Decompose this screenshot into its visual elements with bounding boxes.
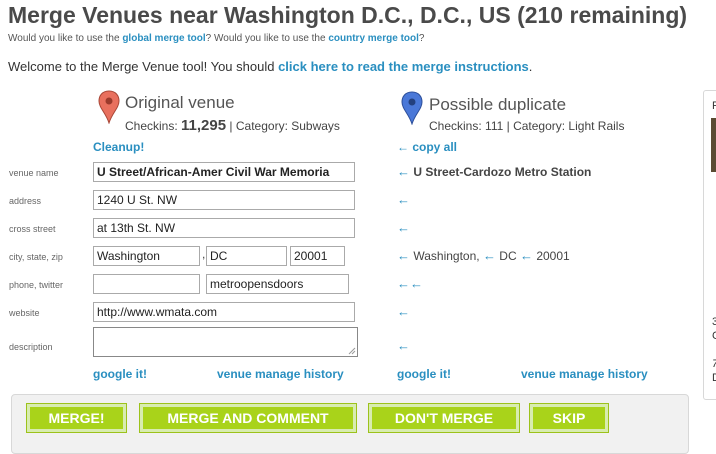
cleanup-link[interactable]: Cleanup!	[93, 140, 144, 154]
merge-instructions-link[interactable]: click here to read the merge instruction…	[278, 59, 529, 74]
welcome-prefix: Welcome to the Merge Venue tool! You sho…	[8, 59, 279, 74]
copy-address-arrow[interactable]: ←	[397, 192, 410, 207]
duplicate-phone-twitter: ←←	[397, 276, 423, 291]
skip-button[interactable]: SKIP	[529, 403, 609, 433]
right-sidebar-letter: P	[712, 100, 716, 112]
original-checkins-label: Checkins:	[125, 119, 182, 133]
address-label: address	[9, 196, 42, 206]
copy-twitter-arrow[interactable]: ←	[410, 276, 423, 291]
copy-zip-arrow[interactable]: ←	[520, 248, 533, 263]
duplicate-venue-heading: Possible duplicate	[429, 95, 567, 114]
venue-name-input[interactable]: U Street/African-Amer Civil War Memoria	[93, 162, 355, 182]
state-input[interactable]: DC	[206, 246, 287, 266]
original-venue-heading: Original venue	[125, 93, 235, 112]
resize-grip-icon[interactable]	[348, 347, 356, 355]
address-input[interactable]: 1240 U St. NW	[93, 190, 355, 210]
global-merge-tool-link[interactable]: global merge tool	[122, 33, 205, 44]
duplicate-zip: 20001	[536, 249, 570, 263]
duplicate-checkins: Checkins: 111 | Category: Light Rails	[429, 119, 624, 133]
right-sidebar-text-3: 7	[712, 358, 716, 370]
description-textarea[interactable]	[93, 327, 358, 357]
subline-suffix: ?	[418, 33, 425, 44]
country-merge-tool-link[interactable]: country merge tool	[328, 33, 419, 44]
website-label: website	[9, 308, 40, 318]
duplicate-city: Washington,	[413, 249, 480, 263]
duplicate-state: DC	[499, 249, 517, 263]
venue-name-label: venue name	[9, 168, 59, 178]
subline-prefix: Would you like to use the	[8, 33, 123, 44]
right-sidebar-text-4: D	[712, 372, 716, 384]
merge-button[interactable]: MERGE!	[26, 403, 127, 433]
zip-input[interactable]: 20001	[290, 246, 345, 266]
cross-street-label: cross street	[9, 224, 56, 234]
copy-description-arrow[interactable]: ←	[397, 338, 410, 353]
welcome-suffix: .	[528, 59, 533, 74]
welcome-text: Welcome to the Merge Venue tool! You sho…	[8, 59, 532, 74]
page-title: Merge Venues near Washington D.C., D.C.,…	[8, 2, 688, 28]
original-category: | Category: Subways	[226, 119, 340, 133]
duplicate-city-state-zip: ← Washington, ← DC ← 20001	[397, 248, 570, 263]
cross-street-input[interactable]: at 13th St. NW	[93, 218, 355, 238]
duplicate-map-pin-icon	[401, 91, 423, 125]
description-label: description	[9, 342, 53, 352]
copy-website-arrow[interactable]: ←	[397, 304, 410, 319]
city-state-comma: ,	[202, 247, 206, 261]
original-checkins-value: 11,295	[181, 117, 227, 134]
right-sidebar-text-2: C	[712, 330, 716, 342]
duplicate-checkins-value: 111	[485, 119, 504, 133]
duplicate-checkins-label: Checkins:	[429, 119, 486, 133]
phone-twitter-label: phone, twitter	[9, 280, 64, 290]
original-checkins: Checkins: 11,295 | Category: Subways	[125, 117, 340, 134]
right-sidebar-photo[interactable]	[711, 118, 716, 172]
right-sidebar-text-1: 3	[712, 316, 716, 328]
copy-venue-name-arrow[interactable]: ←	[397, 164, 410, 179]
merge-tool-subline: Would you like to use the global merge t…	[8, 33, 424, 44]
phone-input[interactable]	[93, 274, 200, 294]
original-map-pin-icon	[98, 90, 120, 124]
original-google-it-link[interactable]: google it!	[93, 367, 147, 381]
website-input[interactable]: http://www.wmata.com	[93, 302, 355, 322]
duplicate-google-it-link[interactable]: google it!	[397, 367, 451, 381]
duplicate-category: | Category: Light Rails	[503, 119, 625, 133]
merge-and-comment-button[interactable]: MERGE AND COMMENT	[139, 403, 357, 433]
city-state-zip-label: city, state, zip	[9, 252, 63, 262]
duplicate-venue-name: ← U Street-Cardozo Metro Station	[397, 164, 591, 179]
copy-state-arrow[interactable]: ←	[483, 248, 496, 263]
twitter-input[interactable]: metroopensdoors	[206, 274, 349, 294]
copy-city-arrow[interactable]: ←	[397, 248, 410, 263]
dont-merge-button[interactable]: DON'T MERGE	[368, 403, 520, 433]
original-venue-history-link[interactable]: venue manage history	[217, 367, 344, 381]
copy-cross-street-arrow[interactable]: ←	[397, 220, 410, 235]
duplicate-venue-history-link[interactable]: venue manage history	[521, 367, 648, 381]
duplicate-venue-name-text: U Street-Cardozo Metro Station	[413, 165, 592, 179]
copy-all-link[interactable]: ← copy all	[397, 140, 457, 154]
city-input[interactable]: Washington	[93, 246, 200, 266]
subline-middle: ? Would you like to use the	[205, 33, 329, 44]
copy-phone-arrow[interactable]: ←	[397, 276, 410, 291]
